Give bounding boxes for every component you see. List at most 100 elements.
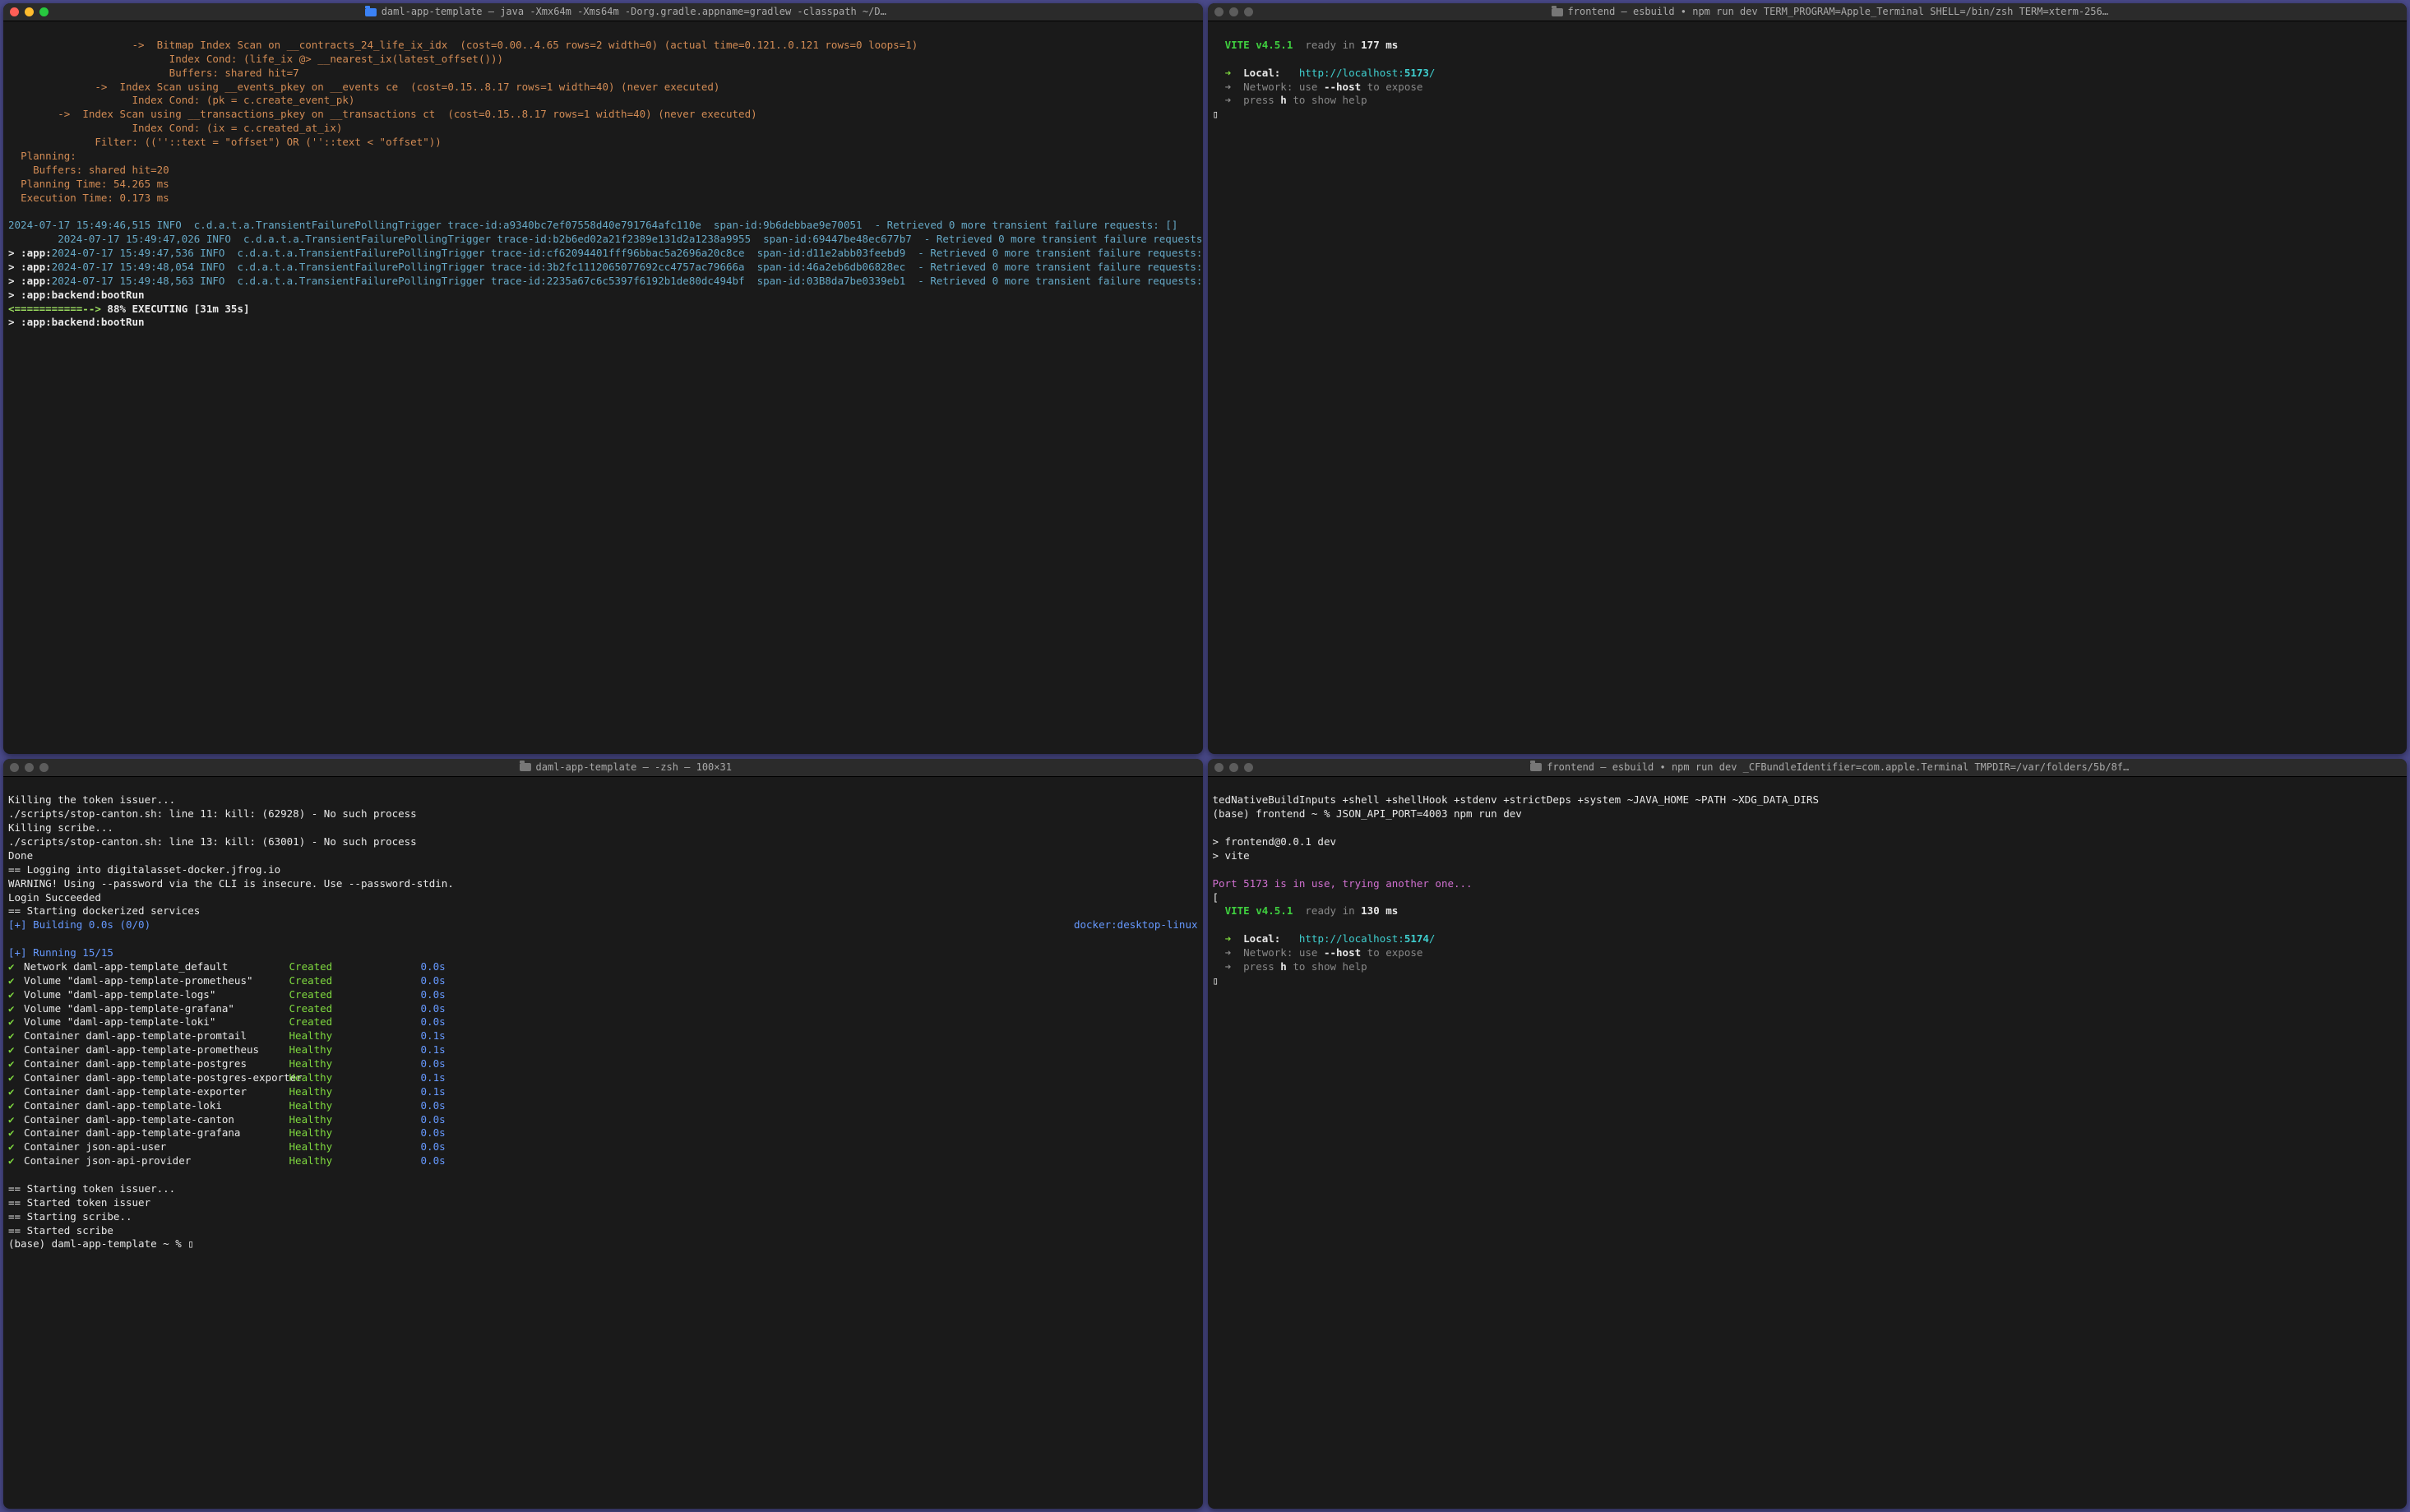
time: 0.0s: [421, 974, 446, 988]
zoom-icon[interactable]: [1244, 7, 1253, 16]
folder-icon: [520, 763, 531, 771]
traffic-lights: [10, 7, 49, 16]
terminal-content[interactable]: Killing the token issuer... ./scripts/st…: [3, 777, 1203, 1510]
status: Healthy: [289, 1126, 421, 1140]
check-icon: ✔: [8, 960, 15, 974]
docker-row: ✔ Network daml-app-template_defaultCreat…: [8, 960, 1198, 974]
traffic-lights: [1214, 7, 1253, 16]
check-icon: ✔: [8, 1099, 15, 1113]
minimize-icon[interactable]: [1229, 763, 1238, 772]
check-icon: ✔: [8, 1154, 15, 1168]
check-icon: ✔: [8, 1029, 15, 1043]
terminal-bottom-right[interactable]: frontend — esbuild ∙ npm run dev _CFBund…: [1208, 759, 2408, 1510]
window-title: frontend — esbuild ∙ npm run dev TERM_PR…: [1260, 5, 2401, 18]
docker-row: ✔ Container daml-app-template-exporterHe…: [8, 1085, 1198, 1099]
status: Healthy: [289, 1113, 421, 1127]
time: 0.0s: [421, 1015, 446, 1029]
resource-name: Container daml-app-template-prometheus: [18, 1043, 289, 1057]
close-icon[interactable]: [10, 7, 19, 16]
docker-row: ✔ Volume "daml-app-template-grafana"Crea…: [8, 1002, 1198, 1016]
time: 0.0s: [421, 988, 446, 1002]
terminal-content[interactable]: VITE v4.5.1 ready in 177 ms ➜ Local: htt…: [1208, 21, 2408, 754]
titlebar[interactable]: daml-app-template — -zsh — 100×31: [3, 759, 1203, 777]
docker-row: ✔ Container daml-app-template-grafanaHea…: [8, 1126, 1198, 1140]
docker-row: ✔ Volume "daml-app-template-loki"Created…: [8, 1015, 1198, 1029]
status: Healthy: [289, 1057, 421, 1071]
minimize-icon[interactable]: [25, 7, 34, 16]
titlebar[interactable]: daml-app-template — java -Xmx64m -Xms64m…: [3, 3, 1203, 21]
time: 0.0s: [421, 960, 446, 974]
status: Created: [289, 1002, 421, 1016]
window-title: daml-app-template — java -Xmx64m -Xms64m…: [55, 5, 1196, 18]
docker-row: ✔ Container json-api-providerHealthy0.0s: [8, 1154, 1198, 1168]
folder-icon: [1552, 8, 1563, 16]
docker-row: ✔ Container daml-app-template-promtailHe…: [8, 1029, 1198, 1043]
docker-row: ✔ Container daml-app-template-lokiHealth…: [8, 1099, 1198, 1113]
resource-name: Container daml-app-template-postgres: [18, 1057, 289, 1071]
resource-name: Volume "daml-app-template-prometheus": [18, 974, 289, 988]
terminal-top-left[interactable]: daml-app-template — java -Xmx64m -Xms64m…: [3, 3, 1203, 754]
check-icon: ✔: [8, 1113, 15, 1127]
resource-name: Container daml-app-template-exporter: [18, 1085, 289, 1099]
zoom-icon[interactable]: [1244, 763, 1253, 772]
resource-name: Container daml-app-template-loki: [18, 1099, 289, 1113]
docker-row: ✔ Container daml-app-template-postgres-e…: [8, 1071, 1198, 1085]
status: Healthy: [289, 1043, 421, 1057]
check-icon: ✔: [8, 1140, 15, 1154]
resource-name: Volume "daml-app-template-logs": [18, 988, 289, 1002]
resource-name: Volume "daml-app-template-loki": [18, 1015, 289, 1029]
docker-row: ✔ Container daml-app-template-cantonHeal…: [8, 1113, 1198, 1127]
time: 0.1s: [421, 1071, 446, 1085]
folder-icon: [1530, 763, 1542, 771]
time: 0.0s: [421, 1140, 446, 1154]
check-icon: ✔: [8, 1043, 15, 1057]
docker-row: ✔ Container daml-app-template-prometheus…: [8, 1043, 1198, 1057]
check-icon: ✔: [8, 988, 15, 1002]
close-icon[interactable]: [1214, 7, 1224, 16]
resource-name: Container daml-app-template-grafana: [18, 1126, 289, 1140]
terminal-top-right[interactable]: frontend — esbuild ∙ npm run dev TERM_PR…: [1208, 3, 2408, 754]
resource-name: Volume "daml-app-template-grafana": [18, 1002, 289, 1016]
cursor: ▯: [1213, 974, 1219, 987]
zoom-icon[interactable]: [39, 763, 49, 772]
minimize-icon[interactable]: [1229, 7, 1238, 16]
time: 0.0s: [421, 1126, 446, 1140]
terminal-bottom-left[interactable]: daml-app-template — -zsh — 100×31 Killin…: [3, 759, 1203, 1510]
resource-name: Container json-api-user: [18, 1140, 289, 1154]
docker-row: ✔ Container json-api-userHealthy0.0s: [8, 1140, 1198, 1154]
status: Created: [289, 974, 421, 988]
terminal-content[interactable]: tedNativeBuildInputs +shell +shellHook +…: [1208, 777, 2408, 1510]
check-icon: ✔: [8, 1015, 15, 1029]
close-icon[interactable]: [10, 763, 19, 772]
time: 0.0s: [421, 1002, 446, 1016]
resource-name: Container daml-app-template-postgres-exp…: [18, 1071, 289, 1085]
resource-name: Network daml-app-template_default: [18, 960, 289, 974]
status: Healthy: [289, 1140, 421, 1154]
resource-name: Container daml-app-template-canton: [18, 1113, 289, 1127]
status: Healthy: [289, 1154, 421, 1168]
check-icon: ✔: [8, 974, 15, 988]
titlebar[interactable]: frontend — esbuild ∙ npm run dev _CFBund…: [1208, 759, 2408, 777]
cursor: ▯: [1213, 108, 1219, 120]
time: 0.0s: [421, 1154, 446, 1168]
docker-row: ✔ Volume "daml-app-template-logs"Created…: [8, 988, 1198, 1002]
status: Healthy: [289, 1071, 421, 1085]
status: Healthy: [289, 1029, 421, 1043]
docker-row: ✔ Container daml-app-template-postgresHe…: [8, 1057, 1198, 1071]
zoom-icon[interactable]: [39, 7, 49, 16]
prompt[interactable]: (base) daml-app-template ~ % ▯: [8, 1237, 194, 1250]
check-icon: ✔: [8, 1071, 15, 1085]
status: Healthy: [289, 1099, 421, 1113]
status: Created: [289, 960, 421, 974]
titlebar[interactable]: frontend — esbuild ∙ npm run dev TERM_PR…: [1208, 3, 2408, 21]
resource-name: Container daml-app-template-promtail: [18, 1029, 289, 1043]
window-title: frontend — esbuild ∙ npm run dev _CFBund…: [1260, 761, 2401, 774]
minimize-icon[interactable]: [25, 763, 34, 772]
time: 0.1s: [421, 1029, 446, 1043]
folder-icon: [365, 8, 377, 16]
traffic-lights: [1214, 763, 1253, 772]
window-title: daml-app-template — -zsh — 100×31: [55, 761, 1196, 774]
close-icon[interactable]: [1214, 763, 1224, 772]
terminal-content[interactable]: -> Bitmap Index Scan on __contracts_24_l…: [3, 21, 1203, 754]
time: 0.1s: [421, 1043, 446, 1057]
